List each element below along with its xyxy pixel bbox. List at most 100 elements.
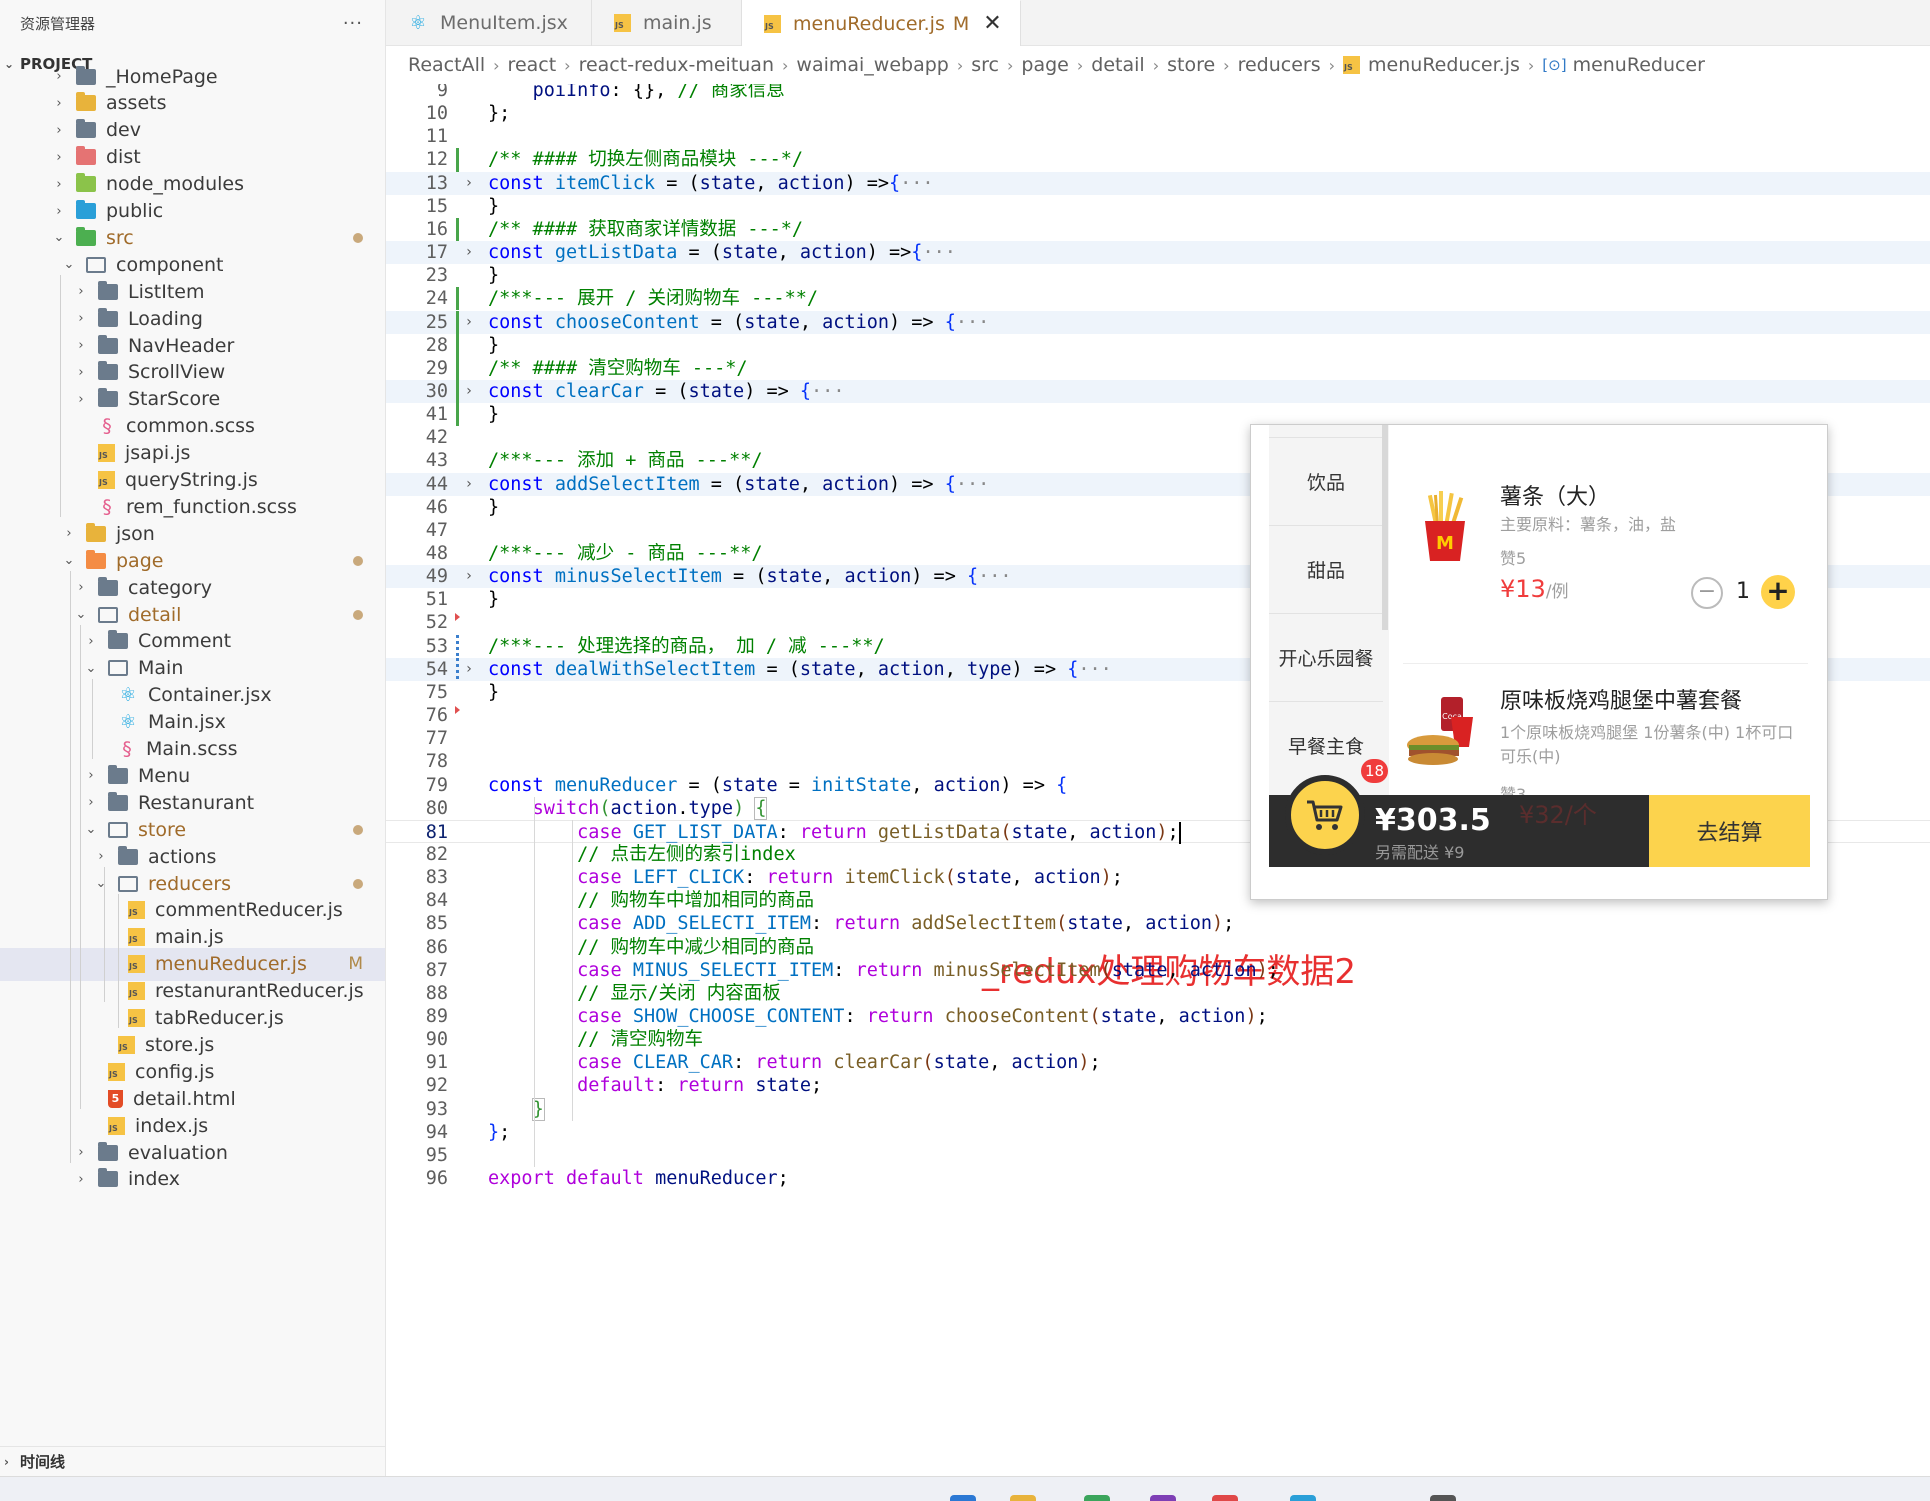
code-text[interactable]: switch(action.type) { <box>488 796 768 820</box>
start-icon[interactable] <box>950 1495 976 1501</box>
tree-item-label: StarScore <box>128 388 221 411</box>
cart-bar[interactable]: ¥32/个 18 ¥303.5 另需配送 ¥9 去结算 <box>1269 759 1810 867</box>
code-text[interactable]: // 清空购物车 <box>488 1028 703 1051</box>
code-text[interactable]: const chooseContent = (state, action) =>… <box>488 311 989 334</box>
category-scrollbar[interactable] <box>1382 425 1388 630</box>
breadcrumb-item[interactable]: menuReducer <box>1573 54 1705 76</box>
code-token: return <box>677 1075 756 1097</box>
app-taskbar-icon[interactable] <box>1212 1495 1238 1501</box>
code-text[interactable]: export default menuReducer; <box>488 1167 789 1190</box>
code-text[interactable]: case CLEAR_CAR: return clearCar(state, a… <box>488 1051 1101 1074</box>
fold-chevron-icon[interactable]: › <box>462 172 476 195</box>
category-item[interactable]: 开心乐园餐 <box>1269 613 1383 701</box>
breadcrumb-item[interactable]: react-redux-meituan <box>579 54 774 76</box>
quantity-plus-button[interactable]: + <box>1761 575 1795 609</box>
folder-icon <box>86 522 106 542</box>
tab-menureducer-js[interactable]: JS menuReducer.js M ✕ <box>742 0 1021 46</box>
code-text[interactable]: const menuReducer = (state = initState, … <box>488 774 1067 797</box>
code-token: , <box>822 566 845 588</box>
code-text[interactable]: const getListData = (state, action) =>{·… <box>488 241 956 264</box>
close-icon[interactable]: ✕ <box>983 11 1001 36</box>
code-text[interactable]: } <box>488 496 499 519</box>
breadcrumb-item[interactable]: src <box>971 54 999 76</box>
breadcrumb-item[interactable]: react <box>508 54 557 76</box>
app-taskbar-icon[interactable] <box>1150 1495 1176 1501</box>
tree-item-index[interactable]: › index <box>0 1163 385 1196</box>
line-number: 84 <box>425 890 448 912</box>
code-token: // 购物车中减少相同的商品 <box>577 936 815 958</box>
timeline-section-header[interactable]: › 时间线 <box>0 1446 385 1476</box>
code-token: case <box>577 1006 633 1027</box>
tab-menuitem-jsx[interactable]: ⚛ MenuItem.jsx <box>386 0 592 46</box>
breadcrumb-item[interactable]: detail <box>1091 54 1144 76</box>
breadcrumb-item[interactable]: page <box>1021 54 1068 76</box>
fold-chevron-icon[interactable]: › <box>462 311 476 334</box>
code-text[interactable]: poiInfo: {}, // 商家信息 <box>488 84 785 102</box>
breadcrumb-item[interactable]: reducers <box>1238 54 1321 76</box>
tree-item-label: component <box>116 253 224 276</box>
fold-chevron-icon[interactable]: › <box>462 241 476 264</box>
app-taskbar-icon[interactable] <box>1430 1495 1456 1501</box>
fold-chevron-icon[interactable]: › <box>462 473 476 496</box>
code-token: return <box>799 821 878 843</box>
code-token: clearCar <box>833 1052 923 1074</box>
explorer-taskbar-icon[interactable] <box>1010 1495 1036 1501</box>
more-actions-icon[interactable]: ··· <box>343 13 363 34</box>
vscode-taskbar-icon[interactable] <box>1290 1495 1316 1501</box>
code-text[interactable]: const clearCar = (state) => {··· <box>488 380 844 403</box>
fold-chevron-icon[interactable]: › <box>462 658 476 681</box>
code-text[interactable]: // 显示/关闭 内容面板 <box>488 982 781 1005</box>
code-text[interactable]: } <box>488 403 499 426</box>
code-token: ) => <box>889 473 945 495</box>
category-item[interactable]: 饮品 <box>1269 437 1383 525</box>
category-item[interactable]: 甜品 <box>1269 525 1383 613</box>
code-text[interactable]: /***--- 处理选择的商品， 加 / 减 ---**/ <box>488 635 885 658</box>
cart-icon[interactable]: 18 <box>1285 759 1389 855</box>
code-text[interactable]: } <box>488 1097 545 1121</box>
code-token: default <box>577 1075 656 1097</box>
breadcrumb-item[interactable]: ReactAll <box>408 54 485 76</box>
code-text[interactable]: /***--- 展开 / 关闭购物车 ---**/ <box>488 287 818 310</box>
code-text[interactable]: /***--- 添加 + 商品 ---**/ <box>488 449 762 472</box>
code-text[interactable]: case GET_LIST_DATA: return getListData(s… <box>488 821 1181 844</box>
code-text[interactable]: const dealWithSelectItem = (state, actio… <box>488 658 1112 681</box>
code-text[interactable]: } <box>488 588 499 611</box>
code-text[interactable]: } <box>488 681 499 704</box>
code-text[interactable]: const itemClick = (state, action) =>{··· <box>488 172 934 195</box>
code-text[interactable]: }; <box>488 102 510 125</box>
code-text[interactable]: /** #### 切换左侧商品模块 ---*/ <box>488 148 803 171</box>
tab-main-js[interactable]: JS main.js <box>592 0 742 46</box>
quantity-minus-button[interactable]: − <box>1691 577 1723 609</box>
code-text[interactable]: case SHOW_CHOOSE_CONTENT: return chooseC… <box>488 1005 1268 1028</box>
code-text[interactable]: const minusSelectItem = (state, action) … <box>488 565 1012 588</box>
svg-text:M: M <box>1436 533 1454 554</box>
code-text[interactable]: case LEFT_CLICK: return itemClick(state,… <box>488 866 1123 889</box>
code-text[interactable]: } <box>488 195 499 218</box>
code-text[interactable]: /***--- 减少 - 商品 ---**/ <box>488 542 762 565</box>
tree-item-label: jsapi.js <box>125 442 191 465</box>
fold-chevron-icon[interactable]: › <box>462 380 476 403</box>
code-text[interactable]: case MINUS_SELECTI_ITEM: return minusSel… <box>488 959 1279 982</box>
code-text[interactable]: // 购物车中增加相同的商品 <box>488 889 814 912</box>
code-text[interactable]: // 购物车中减少相同的商品 <box>488 936 814 959</box>
code-text[interactable]: /** #### 获取商家详情数据 ---*/ <box>488 218 803 241</box>
browser-taskbar-icon[interactable] <box>1084 1495 1110 1501</box>
code-text[interactable]: }; <box>488 1121 510 1144</box>
scss-file-icon: § <box>102 495 112 518</box>
code-text[interactable]: /** #### 清空购物车 ---*/ <box>488 357 748 380</box>
fold-chevron-icon[interactable]: › <box>462 565 476 588</box>
breadcrumb-item[interactable]: waimai_webapp <box>796 54 948 76</box>
code-text[interactable]: } <box>488 264 499 287</box>
code-text[interactable]: default: return state; <box>488 1074 822 1097</box>
code-token: action <box>844 566 912 588</box>
breadcrumb-item[interactable]: menuReducer.js <box>1368 54 1520 76</box>
code-text[interactable]: } <box>488 334 499 357</box>
code-token: itemClick <box>554 172 656 194</box>
code-text[interactable]: case ADD_SELECTI_ITEM: return addSelectI… <box>488 912 1234 935</box>
code-text[interactable]: const addSelectItem = (state, action) =>… <box>488 473 989 496</box>
checkout-button[interactable]: 去结算 <box>1649 795 1810 867</box>
breadcrumb-item[interactable]: store <box>1167 54 1215 76</box>
line-number: 78 <box>425 751 448 773</box>
folder-icon <box>98 1141 118 1161</box>
